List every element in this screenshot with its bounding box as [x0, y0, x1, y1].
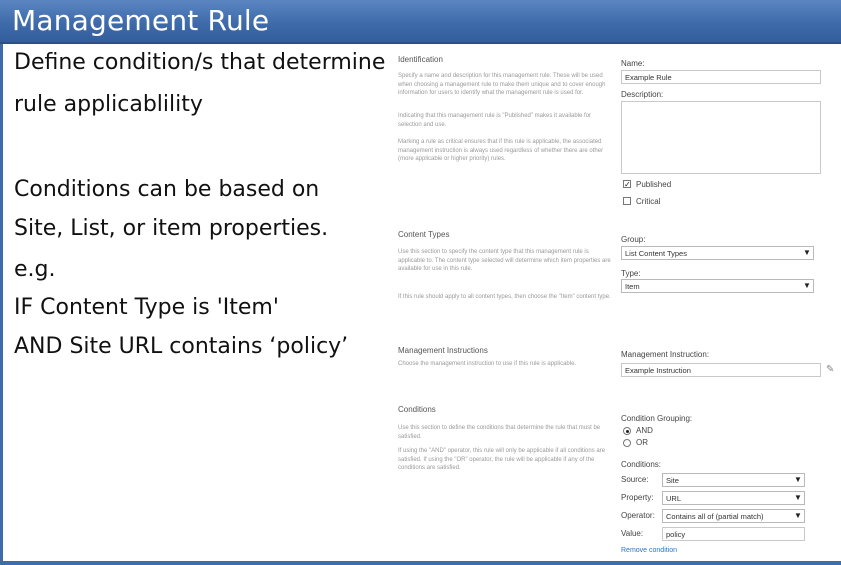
- identification-desc: Indicating that this management rule is …: [398, 113, 592, 128]
- source-select-value: Site: [666, 476, 679, 485]
- description-input[interactable]: [621, 101, 821, 174]
- type-select-value: Item: [625, 282, 640, 291]
- operator-select[interactable]: Contains all of (partial match) ▼: [662, 509, 805, 523]
- title-bar: Management Rule: [0, 0, 841, 44]
- bullet-line: e.g.: [14, 257, 56, 282]
- management-instruction-input[interactable]: Example Instruction: [621, 363, 821, 377]
- chevron-down-icon: ▼: [794, 475, 802, 484]
- or-radio[interactable]: [623, 439, 631, 447]
- bullet-line: Conditions can be based on: [14, 177, 320, 202]
- slide-title: Management Rule: [12, 4, 270, 37]
- bullet-line: AND Site URL contains ‘policy’: [14, 334, 349, 359]
- and-radio[interactable]: [623, 427, 631, 435]
- value-input[interactable]: policy: [662, 527, 805, 541]
- name-label: Name:: [621, 59, 645, 68]
- critical-label: Critical: [636, 197, 661, 206]
- remove-condition-link[interactable]: Remove condition: [621, 547, 677, 554]
- description-label: Description:: [621, 90, 664, 99]
- slide-frame-left: [0, 44, 3, 565]
- bullet-line: Site, List, or item properties.: [14, 216, 329, 241]
- source-label: Source:: [621, 475, 649, 484]
- conditions-label: Conditions:: [621, 460, 662, 469]
- or-label: OR: [636, 438, 648, 447]
- property-label: Property:: [621, 493, 654, 502]
- bullet-line: Define condition/s that determine: [14, 50, 386, 75]
- content-types-title: Content Types: [398, 230, 450, 239]
- identification-desc: Marking a rule as critical ensures that …: [398, 139, 604, 162]
- management-instructions-title: Management Instructions: [398, 346, 488, 355]
- operator-select-value: Contains all of (partial match): [666, 512, 764, 521]
- critical-checkbox[interactable]: [623, 197, 631, 205]
- type-select[interactable]: Item ▼: [621, 279, 814, 293]
- conditions-desc: Use this section to define the condition…: [398, 425, 601, 440]
- bullet-line: IF Content Type is 'Item': [14, 295, 279, 320]
- conditions-title: Conditions: [398, 405, 436, 414]
- group-select[interactable]: List Content Types ▼: [621, 246, 814, 260]
- operator-label: Operator:: [621, 511, 655, 520]
- source-select[interactable]: Site ▼: [662, 473, 805, 487]
- property-select-value: URL: [666, 494, 682, 503]
- property-select[interactable]: URL ▼: [662, 491, 805, 505]
- condition-grouping-label: Condition Grouping:: [621, 414, 693, 423]
- published-checkbox[interactable]: ✓: [623, 180, 631, 189]
- identification-title: Identification: [398, 55, 443, 64]
- value-label: Value:: [621, 529, 644, 538]
- chevron-down-icon: ▼: [794, 493, 802, 502]
- content-types-desc: Use this section to specify the content …: [398, 249, 611, 272]
- identification-desc: Specify a name and description for this …: [398, 73, 606, 96]
- type-label: Type:: [621, 269, 641, 278]
- browse-icon[interactable]: ✎: [826, 364, 834, 375]
- slide: Management Rule Define condition/s that …: [0, 0, 841, 565]
- published-label: Published: [636, 180, 672, 189]
- conditions-desc: If using the "AND" operator, this rule w…: [398, 448, 606, 471]
- chevron-down-icon: ▼: [794, 511, 802, 520]
- chevron-down-icon: ▼: [803, 281, 811, 290]
- group-select-value: List Content Types: [625, 249, 687, 258]
- content-types-desc: If this rule should apply to all content…: [398, 294, 611, 300]
- chevron-down-icon: ▼: [803, 248, 811, 257]
- management-instruction-label: Management Instruction:: [621, 350, 710, 359]
- management-instructions-desc: Choose the management instruction to use…: [398, 361, 577, 367]
- slide-frame-bottom: [0, 561, 841, 565]
- bullet-line: rule applicablility: [14, 92, 203, 117]
- name-input[interactable]: Example Rule: [621, 70, 821, 84]
- and-label: AND: [636, 426, 653, 435]
- group-label: Group:: [621, 235, 646, 244]
- form-screenshot: Identification Specify a name and descri…: [394, 50, 841, 561]
